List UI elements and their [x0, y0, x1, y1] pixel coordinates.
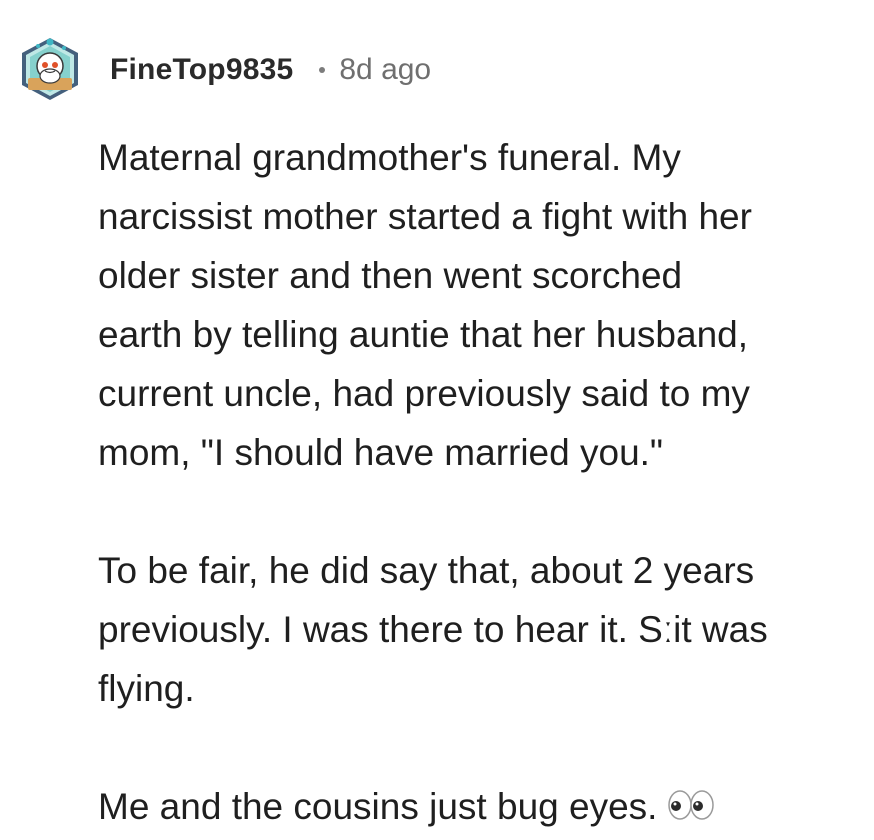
snoo-avatar-icon: [22, 38, 78, 100]
comment-paragraph-1: Maternal grandmother's funeral. My narci…: [98, 137, 752, 473]
comment-paragraph-2: To be fair, he did say that, about 2 yea…: [98, 550, 768, 709]
comment-paragraph-3-text: Me and the cousins just bug eyes.: [98, 786, 658, 827]
timestamp: 8d ago: [339, 53, 432, 86]
comment-paragraph-3: Me and the cousins just bug eyes.: [98, 777, 858, 836]
eyes-emoji-icon: [667, 781, 715, 820]
comment-header: FineTop9835 8d ago: [110, 50, 431, 90]
username-link[interactable]: FineTop9835: [110, 53, 293, 87]
user-avatar[interactable]: [18, 32, 82, 104]
comment-body: Maternal grandmother's funeral. My narci…: [98, 128, 858, 836]
comment: FineTop9835 8d ago Maternal grandmother'…: [0, 0, 874, 827]
separator-dot: [319, 67, 326, 73]
